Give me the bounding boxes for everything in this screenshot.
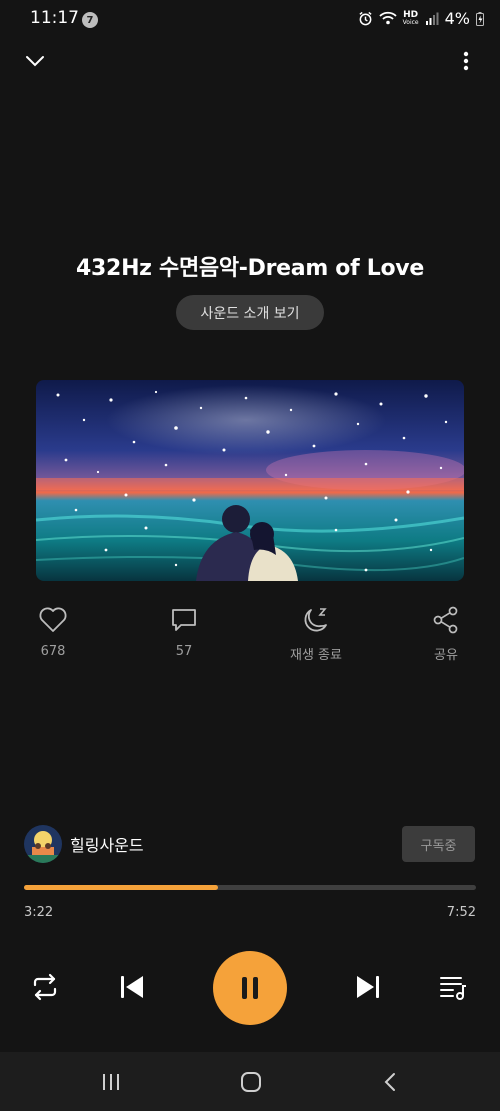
system-navigation-bar <box>0 1052 500 1111</box>
moon-sleep-icon <box>304 608 327 632</box>
channel-avatar[interactable] <box>24 825 62 863</box>
battery-charging-icon <box>476 11 484 26</box>
like-count: 678 <box>40 644 66 659</box>
playlist-icon <box>440 977 466 1000</box>
back-icon <box>384 1073 395 1091</box>
comment-button[interactable]: 57 <box>144 606 224 659</box>
sleep-timer-label: 재생 종료 <box>290 648 342 663</box>
status-icons: HD Voice 4% <box>358 9 484 28</box>
more-options-button[interactable] <box>456 50 476 72</box>
heart-icon <box>39 607 67 632</box>
home-button[interactable] <box>240 1072 262 1096</box>
recent-apps-button[interactable] <box>100 1072 122 1096</box>
progress-fill <box>24 885 219 890</box>
sleep-timer-button[interactable]: 재생 종료 <box>276 606 356 663</box>
track-title: 432Hz 수면음악-Dream of Love <box>76 256 424 281</box>
repeat-icon <box>33 973 57 1001</box>
collapse-player-button[interactable] <box>22 50 48 72</box>
more-vertical-icon <box>463 51 469 71</box>
battery-percent: 4% <box>444 9 470 28</box>
total-time: 7:52 <box>446 905 476 920</box>
elapsed-time: 3:22 <box>24 905 54 920</box>
subscribe-button[interactable]: 구독중 <box>402 826 475 862</box>
repeat-button[interactable] <box>30 972 60 1006</box>
chevron-down-icon <box>26 56 44 67</box>
share-button[interactable]: 공유 <box>406 606 486 663</box>
sound-intro-button[interactable]: 사운드 소개 보기 <box>176 295 324 330</box>
playback-progress-bar[interactable] <box>24 885 476 890</box>
status-bar: 11:17 7 HD Voice 4% <box>0 0 500 40</box>
notification-count-badge: 7 <box>82 12 98 28</box>
share-icon <box>433 606 458 634</box>
like-button[interactable]: 678 <box>13 606 93 659</box>
share-label: 공유 <box>434 648 458 663</box>
channel-logo-image <box>24 825 62 863</box>
channel-name[interactable]: 힐링사운드 <box>70 832 144 856</box>
home-icon <box>241 1072 261 1092</box>
pause-icon <box>242 977 258 999</box>
comment-icon <box>172 609 196 631</box>
comment-count: 57 <box>175 644 193 659</box>
artwork-image <box>36 380 464 581</box>
skip-next-icon <box>357 976 379 998</box>
recent-apps-icon <box>103 1074 119 1090</box>
next-track-button[interactable] <box>353 972 383 1006</box>
wifi-icon <box>379 11 397 25</box>
hd-voice-badge: HD Voice <box>402 9 419 26</box>
back-button[interactable] <box>380 1072 402 1096</box>
playlist-button[interactable] <box>438 972 468 1006</box>
play-pause-button[interactable] <box>213 951 287 1025</box>
alarm-icon <box>359 11 372 26</box>
previous-track-button[interactable] <box>117 972 147 1006</box>
status-time: 11:17 <box>30 8 79 28</box>
album-artwork <box>36 380 464 581</box>
skip-previous-icon <box>121 976 143 998</box>
signal-icon <box>425 12 439 25</box>
